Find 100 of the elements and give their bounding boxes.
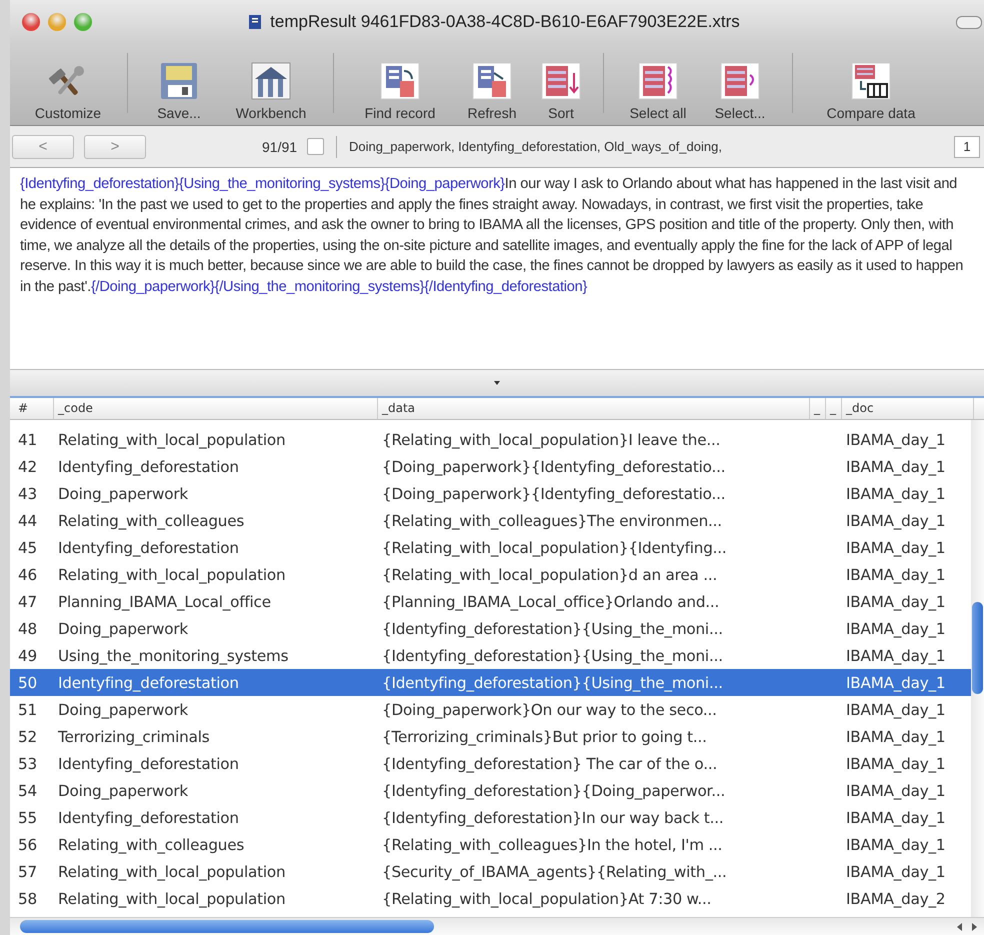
toolbar-button[interactable]: Select... xyxy=(701,61,779,121)
code-cell-text: Relating_with_local_population xyxy=(57,890,286,908)
toolbar-button[interactable]: Customize xyxy=(18,61,118,121)
toolbar-button-label: Sort xyxy=(548,105,574,121)
doc-cell-text: IBAMA_day_1 xyxy=(845,512,946,530)
table-row[interactable]: 58 Relating_with_local_population {Relating_with_local_population}At 7:30 w... IBAMA_day_2 xyxy=(10,885,971,912)
table-icon xyxy=(849,61,893,101)
value-field[interactable]: 1 xyxy=(954,136,980,158)
code-cell-text: Doing_paperwork xyxy=(57,700,189,718)
table-row[interactable]: 50 Identyfing_deforestation {Identyfing_deforestation}{Using_the_moni... IBAMA_day_1 xyxy=(10,669,971,696)
code-cell-text: Doing_paperwork xyxy=(57,782,189,800)
table-row[interactable]: 51 Doing_paperwork {Doing_paperwork}On our way to the seco... IBAMA_day_1 xyxy=(10,696,971,723)
vertical-scrollbar[interactable] xyxy=(971,420,984,917)
data-cell-text: {Relating_with_local_population}{Identyfing... xyxy=(381,538,728,556)
table-row[interactable]: 45 Identyfing_deforestation {Relating_with_local_population}{Identyfing... IBAMA_day_1 xyxy=(10,534,971,561)
splitter-handle-icon[interactable] xyxy=(494,381,500,385)
row-number: 57 xyxy=(17,862,38,880)
doc-cell-text: IBAMA_day_1 xyxy=(845,782,946,800)
column-header[interactable]: _code xyxy=(54,398,378,419)
doc-cell-text: IBAMA_day_1 xyxy=(845,808,946,826)
data-cell-text: {Identyfing_deforestation}{Using_the_moni... xyxy=(381,674,724,692)
row-number: 43 xyxy=(17,484,38,502)
toolbar-button[interactable]: Find record xyxy=(346,61,454,121)
scroll-thumb[interactable] xyxy=(20,920,434,933)
toolbar-button[interactable]: Select all xyxy=(615,61,701,121)
toolbar-button-label: Select all xyxy=(630,105,686,121)
table-row[interactable]: 46 Relating_with_local_population {Relating_with_local_population}d an area ... IBAMA_day_1 xyxy=(10,561,971,588)
column-header[interactable]: _ xyxy=(826,398,842,419)
row-number: 50 xyxy=(17,674,38,692)
code-cell-text: Doing_paperwork xyxy=(57,484,189,502)
toolbar-button[interactable]: Sort xyxy=(530,61,592,121)
toolbar-button-label: Compare data xyxy=(826,105,916,121)
data-cell-text: {Relating_with_local_population}At 7:30 w... xyxy=(381,890,712,908)
doc-cell-text: IBAMA_day_1 xyxy=(845,566,946,584)
toolbar-button[interactable]: Workbench xyxy=(221,61,321,121)
scroll-thumb[interactable] xyxy=(972,602,983,694)
table-row[interactable]: 44 Relating_with_colleagues {Relating_with_colleagues}The environmen... IBAMA_day_1 xyxy=(10,507,971,534)
scroll-right-icon[interactable] xyxy=(970,922,978,930)
column-header[interactable]: _data xyxy=(378,398,810,419)
toolbar-button-label: Select... xyxy=(714,105,766,121)
column-header[interactable]: _ xyxy=(810,398,826,419)
toolbar-button-label: Customize xyxy=(34,105,102,121)
record-counter: 91/91 xyxy=(262,138,298,154)
table-row[interactable]: 47 Planning_IBAMA_Local_office {Planning_IBAMA_Local_office}Orlando and... IBAMA_day_1 xyxy=(10,588,971,615)
table-row[interactable]: 55 Identyfing_deforestation {Identyfing_deforestation}In our way back t... IBAMA_day_1 xyxy=(10,804,971,831)
code-cell-text: Relating_with_local_population xyxy=(57,862,286,880)
column-header[interactable]: # xyxy=(14,398,54,419)
doc-cell-text: IBAMA_day_2 xyxy=(845,890,946,908)
list-brace-icon xyxy=(718,61,762,101)
table-row[interactable]: 52 Terrorizing_criminals {Terrorizing_criminals}But prior to going t... IBAMA_day_1 xyxy=(10,723,971,750)
data-cell-text: {Doing_paperwork}{Identyfing_deforestatio... xyxy=(381,484,726,502)
doc-cell-text: IBAMA_day_1 xyxy=(845,728,946,746)
data-cell-text: {Identyfing_deforestation}{Using_the_moni... xyxy=(381,620,724,638)
row-number: 46 xyxy=(17,566,38,584)
column-header[interactable]: _doc xyxy=(842,398,974,419)
row-number: 53 xyxy=(17,754,38,772)
building-icon xyxy=(249,61,293,101)
toolbar-button[interactable]: Save... xyxy=(137,61,221,121)
table-row[interactable]: 48 Doing_paperwork {Identyfing_deforestation}{Using_the_moni... IBAMA_day_1 xyxy=(10,615,971,642)
checkbox[interactable] xyxy=(307,138,324,155)
doc-cell-text: IBAMA_day_1 xyxy=(845,430,946,448)
data-cell-text: {Identyfing_deforestation} The car of the o... xyxy=(381,754,718,772)
doc-cell-text: IBAMA_day_1 xyxy=(845,646,946,664)
code-cell-text: Identyfing_deforestation xyxy=(57,674,240,692)
code-cell-text: Identyfing_deforestation xyxy=(57,754,240,772)
doc-cell-text: IBAMA_day_1 xyxy=(845,674,946,692)
row-number: 52 xyxy=(17,728,38,746)
table-row[interactable]: 43 Doing_paperwork {Doing_paperwork}{Identyfing_deforestatio... IBAMA_day_1 xyxy=(10,480,971,507)
table-row[interactable]: 53 Identyfing_deforestation {Identyfing_deforestation} The car of the o... IBAMA_day_1 xyxy=(10,750,971,777)
horizontal-scrollbar[interactable] xyxy=(10,917,984,935)
row-number: 47 xyxy=(17,592,38,610)
row-number: 41 xyxy=(17,430,38,448)
table-row[interactable]: 49 Using_the_monitoring_systems {Identyfing_deforestation}{Using_the_moni... IBAMA_day_1 xyxy=(10,642,971,669)
table-row[interactable]: 57 Relating_with_local_population {Security_of_IBAMA_agents}{Relating_with_... IBAMA_day_1 xyxy=(10,858,971,885)
row-number: 56 xyxy=(17,836,38,854)
row-number: 49 xyxy=(17,646,38,664)
table-row[interactable]: 54 Doing_paperwork {Identyfing_deforestation}{Doing_paperwor... IBAMA_day_1 xyxy=(10,777,971,804)
doc-cell-text: IBAMA_day_1 xyxy=(845,620,946,638)
table-row[interactable]: 56 Relating_with_colleagues {Relating_with_colleagues}In the hotel, I'm ... IBAMA_day_1 xyxy=(10,831,971,858)
code-cell-text: Identyfing_deforestation xyxy=(57,458,240,476)
code-cell-text: Identyfing_deforestation xyxy=(57,538,240,556)
record-text: {Identyfing_deforestation}{Using_the_monitoring_systems}{Doing_paperwork}In our way I ask to Orlando about what has happened in the last visit and he explains: 'In the past we used to get to the properties and apply the fines straight away. Nowadays, in contrast, we first visit the properties, take evidence of eventual environmental crimes, and ask the owner to bring to IBAMA all the licenses, GPS position and title of the property. Only then, with time, we analyze all the details of the properties, using the on-site picture and satellite images, and eventually apply the fine for the lack of APP of legal reserve. In this way it is much better, because since we are able to build the case, the fines cannot be dropped by lawyers as easily as it used to happen in the past'.{/Doing_paperwork}{/Using_the_monitoring_systems}{/Identyfing_deforestation} xyxy=(20,175,964,296)
data-cell-text: {Relating_with_colleagues}In the hotel, I'm ... xyxy=(381,836,724,854)
row-number: 48 xyxy=(17,620,38,638)
close-button[interactable] xyxy=(22,13,40,31)
scroll-left-icon[interactable] xyxy=(956,922,964,930)
doc-cell-text: IBAMA_day_1 xyxy=(845,458,946,476)
table-row[interactable]: 41 Relating_with_local_population {Relating_with_local_population}I leave the... IBAMA_day_1 xyxy=(10,426,971,453)
record-tags: Doing_paperwork, Identyfing_deforestation, Old_ways_of_doing, xyxy=(349,139,954,154)
toolbar-toggle-button[interactable] xyxy=(956,16,982,28)
doc-cell-text: IBAMA_day_1 xyxy=(845,836,946,854)
doc-cell-text: IBAMA_day_1 xyxy=(845,754,946,772)
zoom-button[interactable] xyxy=(74,13,92,31)
toolbar-button[interactable]: Compare data xyxy=(806,61,936,121)
table-row[interactable]: 42 Identyfing_deforestation {Doing_paperwork}{Identyfing_deforestatio... IBAMA_day_1 xyxy=(10,453,971,480)
data-cell-text: {Relating_with_colleagues}The environmen... xyxy=(381,512,723,530)
row-number: 42 xyxy=(17,458,38,476)
toolbar-button[interactable]: Refresh xyxy=(454,61,530,121)
data-cell-text: {Identyfing_deforestation}In our way back t... xyxy=(381,808,725,826)
code-cell-text: Relating_with_local_population xyxy=(57,430,286,448)
